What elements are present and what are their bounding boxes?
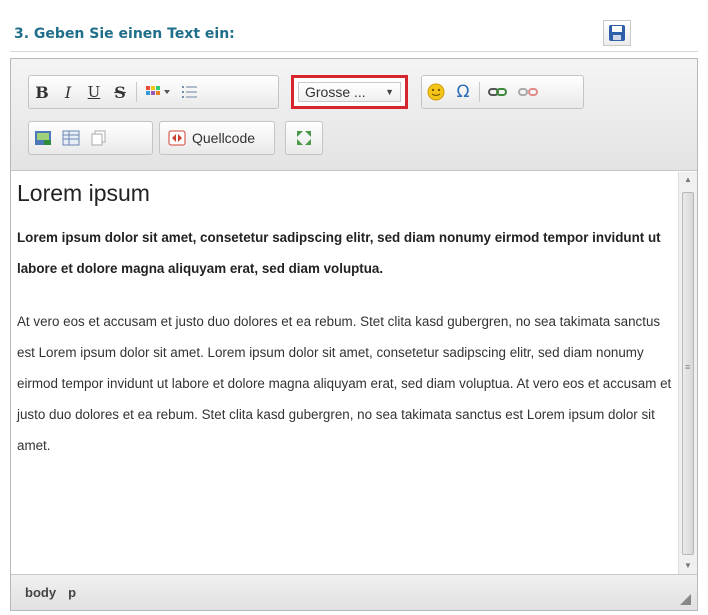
unlink-button[interactable] [513, 77, 543, 107]
content-heading: Lorem ipsum [17, 180, 150, 206]
scroll-up-icon[interactable]: ▲ [679, 172, 697, 188]
image-icon [35, 131, 51, 145]
path-item-p[interactable]: p [68, 585, 76, 600]
insert-table-button[interactable] [57, 123, 85, 153]
font-size-select[interactable]: Grosse ... ▼ [291, 75, 408, 109]
formatting-group: B I U S [28, 75, 279, 109]
vertical-scrollbar[interactable]: ▲ ≡ ▼ [678, 172, 697, 574]
source-group: Quellcode [159, 121, 275, 155]
toolbar-separator [479, 82, 480, 102]
link-icon [488, 88, 507, 96]
scroll-down-icon[interactable]: ▼ [679, 558, 697, 574]
source-code-icon [168, 130, 186, 146]
save-button[interactable] [603, 20, 631, 46]
emoji-button[interactable] [422, 77, 450, 107]
link-button[interactable] [483, 77, 513, 107]
italic-button[interactable]: I [55, 77, 81, 107]
content-bold-paragraph: Lorem ipsum dolor sit amet, consetetur s… [17, 230, 661, 276]
fullscreen-icon [297, 131, 311, 145]
list-icon [182, 86, 197, 98]
strikethrough-button[interactable]: S [107, 77, 133, 107]
table-group [28, 121, 153, 155]
grip-icon: ≡ [685, 362, 691, 372]
text-color-button[interactable] [140, 77, 176, 107]
insert-group: Ω [421, 75, 584, 109]
editor-toolbar: B I U S Grosse ... ▼ Ω Quellcode [11, 59, 697, 171]
toolbar-separator [136, 82, 137, 102]
resize-handle-icon[interactable] [680, 594, 691, 605]
chevron-down-icon: ▼ [385, 87, 394, 97]
source-code-button[interactable]: Quellcode [160, 123, 263, 153]
fullscreen-group [285, 121, 323, 155]
fullscreen-button[interactable] [290, 123, 318, 153]
font-size-dropdown[interactable]: Grosse ... ▼ [298, 82, 401, 102]
underline-button[interactable]: U [81, 77, 107, 107]
special-char-button[interactable]: Ω [450, 77, 476, 107]
element-path-bar: body p [11, 574, 697, 610]
smiley-icon [427, 83, 445, 101]
list-button[interactable] [176, 77, 204, 107]
unlink-icon [518, 88, 538, 96]
table-icon [62, 130, 80, 146]
paste-button[interactable] [85, 123, 113, 153]
rich-text-editor: B I U S Grosse ... ▼ Ω Quellcode Lorem i… [10, 58, 698, 611]
content-paragraph: At vero eos et accusam et justo duo dolo… [17, 314, 672, 453]
font-size-value: Grosse ... [305, 84, 366, 100]
source-code-label: Quellcode [192, 130, 256, 146]
floppy-disk-icon [609, 25, 625, 41]
insert-image-button[interactable] [29, 123, 57, 153]
path-item-body[interactable]: body [25, 585, 56, 600]
section-header: 3. Geben Sie einen Text ein: [0, 0, 708, 56]
header-divider [10, 51, 698, 52]
copy-icon [91, 130, 106, 146]
bold-button[interactable]: B [29, 77, 55, 107]
section-title: 3. Geben Sie einen Text ein: [14, 26, 235, 42]
color-grid-icon [146, 86, 170, 95]
editor-content[interactable]: Lorem ipsum Lorem ipsum dolor sit amet, … [11, 172, 679, 574]
scrollbar-thumb[interactable]: ≡ [682, 192, 694, 555]
